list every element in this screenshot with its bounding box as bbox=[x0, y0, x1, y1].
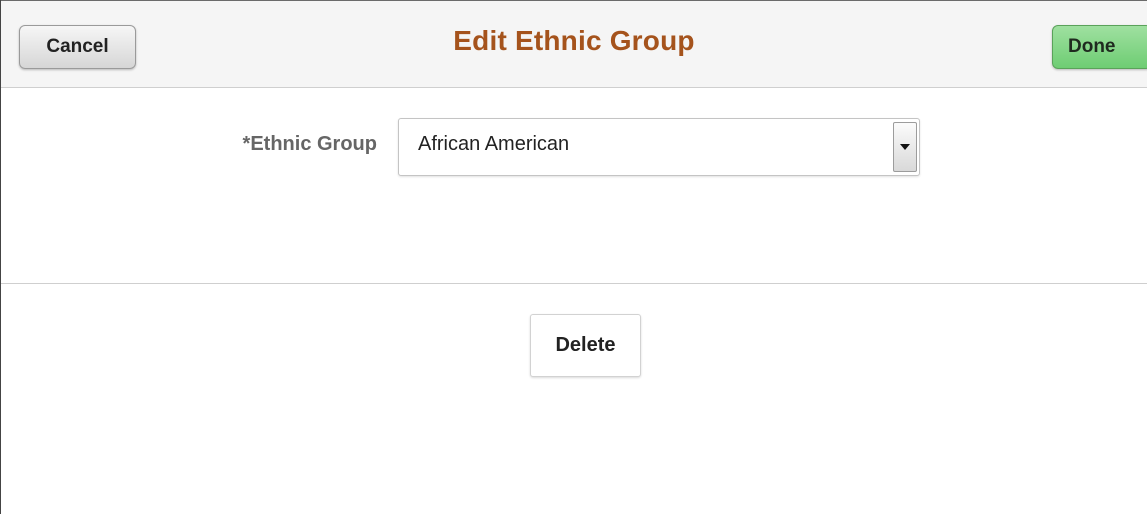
section-divider bbox=[1, 283, 1147, 284]
dropdown-arrow-icon[interactable] bbox=[893, 122, 917, 172]
delete-button[interactable]: Delete bbox=[530, 314, 641, 377]
ethnic-group-selected-value: African American bbox=[418, 133, 570, 155]
ethnic-group-select[interactable]: African American bbox=[398, 118, 920, 176]
done-button[interactable]: Done bbox=[1052, 25, 1147, 69]
modal-frame: Cancel Edit Ethnic Group Done *Ethnic Gr… bbox=[0, 0, 1147, 514]
ethnic-group-label: *Ethnic Group bbox=[242, 133, 377, 155]
page-header: Cancel Edit Ethnic Group Done bbox=[1, 0, 1147, 88]
page-title: Edit Ethnic Group bbox=[453, 25, 695, 56]
